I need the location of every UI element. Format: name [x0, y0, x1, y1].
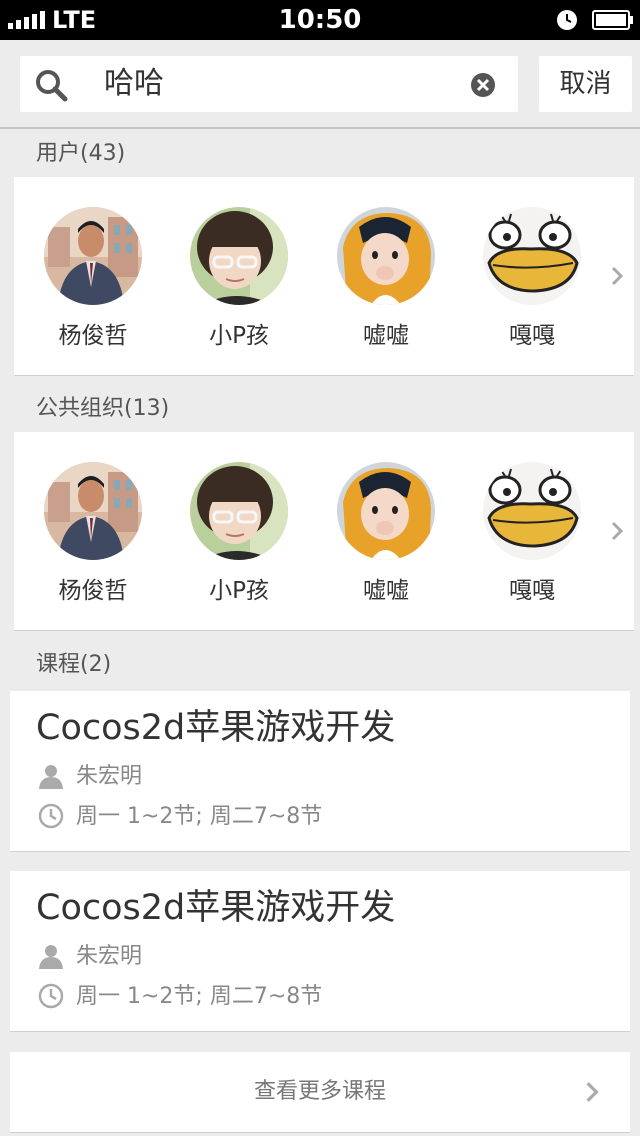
user-name: 小P孩: [209, 323, 269, 349]
org-item[interactable]: 嘎嘎: [477, 462, 587, 606]
clock-icon: [38, 983, 64, 1009]
user-name: 嘎嘎: [509, 323, 555, 349]
schedule-text: 周一 1~2节; 周二7~8节: [76, 804, 323, 829]
avatar: [44, 462, 142, 560]
users-section-title: 用户(43): [36, 141, 126, 166]
search-icon: [36, 70, 68, 102]
more-courses-button[interactable]: 查看更多课程: [10, 1052, 630, 1133]
courses-section-title: 课程(2): [36, 652, 112, 677]
org-item[interactable]: 小P孩: [184, 462, 294, 606]
avatar: [483, 207, 581, 305]
avatar: [337, 207, 435, 305]
alarm-icon: [557, 10, 577, 30]
user-item[interactable]: 小P孩: [184, 207, 294, 351]
avatar: [337, 462, 435, 560]
org-item[interactable]: 嘘嘘: [331, 462, 441, 606]
course-card[interactable]: Cocos2d苹果游戏开发 朱宏明 周一 1~2节; 周二7~8节: [10, 691, 630, 852]
orgs-section-title: 公共组织(13): [36, 396, 170, 421]
org-name: 嘘嘘: [363, 578, 409, 604]
person-icon: [38, 943, 64, 969]
chevron-right-icon[interactable]: [610, 265, 624, 287]
avatar: [190, 207, 288, 305]
status-time: 10:50: [278, 5, 362, 35]
user-item[interactable]: 嘘嘘: [331, 207, 441, 351]
more-courses-label: 查看更多课程: [253, 1079, 386, 1104]
course-card[interactable]: Cocos2d苹果游戏开发 朱宏明 周一 1~2节; 周二7~8节: [10, 871, 630, 1032]
clock-icon: [38, 803, 64, 829]
clear-icon[interactable]: [470, 72, 496, 98]
user-item[interactable]: 杨俊哲: [38, 207, 148, 351]
org-item[interactable]: 杨俊哲: [38, 462, 148, 606]
schedule-text: 周一 1~2节; 周二7~8节: [76, 984, 323, 1009]
status-bar: LTE 10:50: [0, 0, 640, 40]
battery-icon: [592, 10, 633, 30]
teacher-name: 朱宏明: [76, 764, 143, 789]
org-name: 嘎嘎: [509, 578, 555, 604]
avatar: [44, 207, 142, 305]
org-name: 小P孩: [209, 578, 269, 604]
user-name: 杨俊哲: [58, 323, 128, 349]
cancel-button[interactable]: 取消: [539, 56, 632, 112]
avatar: [483, 462, 581, 560]
search-query[interactable]: 哈哈: [104, 66, 164, 102]
teacher-name: 朱宏明: [76, 944, 143, 969]
person-icon: [38, 763, 64, 789]
course-title: Cocos2d苹果游戏开发: [36, 708, 396, 748]
orgs-card: 杨俊哲 小P孩 嘘嘘 嘎嘎: [14, 432, 634, 631]
user-name: 嘘嘘: [363, 323, 409, 349]
search-input[interactable]: 哈哈: [20, 56, 518, 112]
chevron-right-icon[interactable]: [610, 520, 624, 542]
avatar: [190, 462, 288, 560]
user-item[interactable]: 嘎嘎: [477, 207, 587, 351]
org-name: 杨俊哲: [58, 578, 128, 604]
course-title: Cocos2d苹果游戏开发: [36, 888, 396, 928]
users-card: 杨俊哲 小P孩 嘘嘘 嘎嘎: [14, 177, 634, 376]
divider: [0, 127, 640, 129]
chevron-right-icon: [584, 1080, 600, 1104]
